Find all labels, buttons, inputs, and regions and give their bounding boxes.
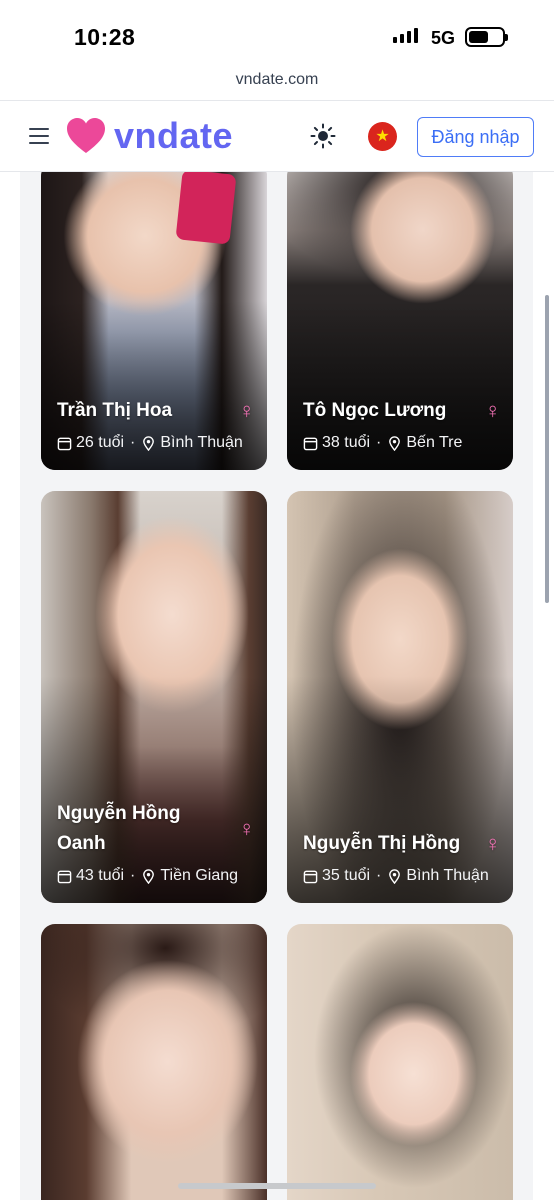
female-icon: ♀ — [484, 831, 502, 856]
scrollbar[interactable] — [545, 295, 549, 603]
profile-info: Nguyễn Thị Hồng ♀ 35 tuổi · Bình Thuận — [303, 831, 502, 884]
battery-icon — [465, 27, 508, 47]
url-bar[interactable]: vndate.com — [0, 66, 554, 100]
profile-card[interactable]: Trần Thị Hoa ♀ 26 tuổi · Bình Thuận — [41, 172, 267, 470]
calendar-icon — [303, 437, 318, 450]
profile-card[interactable] — [41, 924, 267, 1200]
profile-card[interactable]: Tô Ngọc Lương ♀ 38 tuổi · Bến Tre — [287, 172, 513, 470]
profile-name: Nguyễn Hồng Oanh — [57, 803, 181, 854]
profile-location: Tiền Giang — [160, 867, 239, 884]
profile-location: Bến Tre — [406, 434, 463, 451]
sun-icon[interactable] — [310, 123, 336, 149]
status-bar: 10:28 5G — [0, 0, 554, 66]
calendar-icon — [303, 870, 318, 883]
profile-info: Trần Thị Hoa ♀ 26 tuổi · Bình Thuận — [57, 398, 256, 451]
profile-age: 35 tuổi — [322, 867, 371, 884]
calendar-icon — [57, 870, 72, 883]
profile-card[interactable] — [287, 924, 513, 1200]
home-indicator[interactable] — [178, 1183, 376, 1189]
heart-logo-icon — [67, 118, 105, 153]
profile-info: Nguyễn Hồng Oanh ♀ 43 tuổi · Tiền Giang — [57, 799, 255, 885]
female-icon: ♀ — [238, 398, 256, 423]
logo-text: vndate — [114, 115, 234, 156]
network-type: 5G — [431, 28, 456, 48]
login-button[interactable]: Đăng nhập — [417, 117, 534, 157]
calendar-icon — [57, 437, 72, 450]
female-icon: ♀ — [238, 816, 256, 841]
profile-location: Bình Thuận — [406, 867, 489, 884]
profile-age: 26 tuổi — [76, 434, 125, 451]
location-pin-icon — [143, 868, 155, 884]
phone-decoration — [175, 172, 237, 245]
profile-name: Trần Thị Hoa — [57, 400, 173, 421]
profile-age: 38 tuổi — [322, 434, 371, 451]
menu-icon[interactable] — [29, 128, 49, 144]
profile-grid: Trần Thị Hoa ♀ 26 tuổi · Bình Thuận Tô N… — [20, 172, 533, 1200]
profile-location: Bình Thuận — [160, 434, 243, 451]
signal-icon — [393, 28, 418, 43]
location-pin-icon — [389, 435, 401, 451]
profile-photo — [287, 924, 513, 1200]
status-time: 10:28 — [74, 24, 136, 50]
vietnam-flag-icon[interactable]: ★ — [368, 122, 397, 151]
location-pin-icon — [143, 435, 155, 451]
profile-info: Tô Ngọc Lương ♀ 38 tuổi · Bến Tre — [303, 398, 502, 451]
site-header: vndate ★ Đăng nhập — [0, 100, 554, 172]
location-pin-icon — [389, 868, 401, 884]
profile-card[interactable]: Nguyễn Hồng Oanh ♀ 43 tuổi · Tiền Giang — [41, 491, 267, 903]
profile-age: 43 tuổi — [76, 867, 125, 884]
profile-photo — [41, 924, 267, 1200]
logo[interactable]: vndate — [66, 115, 233, 157]
profile-name: Nguyễn Thị Hồng — [303, 833, 461, 854]
profile-name: Tô Ngọc Lương — [303, 400, 447, 421]
profile-card[interactable]: Nguyễn Thị Hồng ♀ 35 tuổi · Bình Thuận — [287, 491, 513, 903]
female-icon: ♀ — [484, 398, 502, 423]
